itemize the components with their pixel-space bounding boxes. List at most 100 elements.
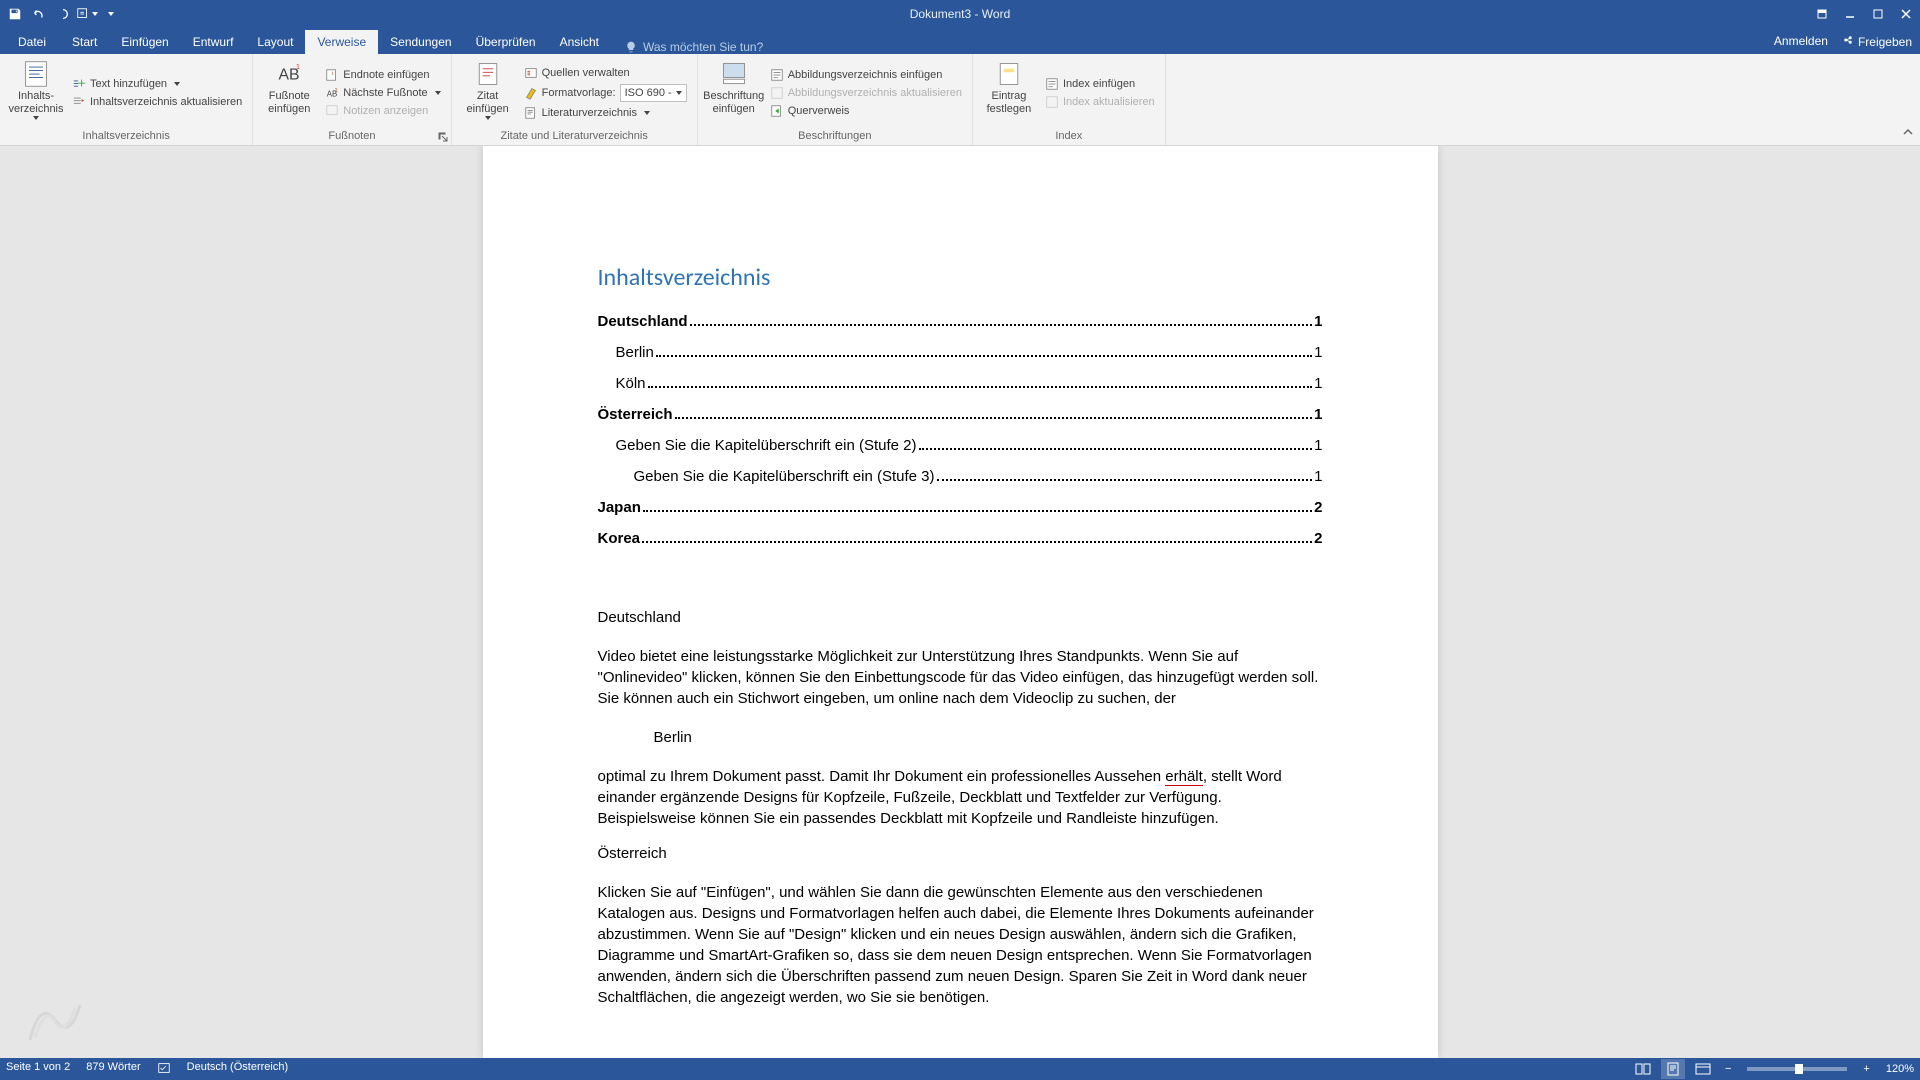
insert-endnote-button[interactable]: iEndnote einfügen <box>323 67 442 83</box>
toc-entry-text: Japan <box>598 497 641 518</box>
tof-icon <box>770 68 784 82</box>
toc-entry-text: Geben Sie die Kapitelüberschrift ein (St… <box>616 435 917 456</box>
show-notes-button: Notizen anzeigen <box>323 103 442 119</box>
zoom-slider-thumb[interactable] <box>1795 1064 1803 1074</box>
undo-button[interactable] <box>28 3 50 25</box>
bibliography-button[interactable]: Literaturverzeichnis <box>522 105 689 121</box>
zoom-out-button[interactable]: − <box>1721 1063 1735 1075</box>
toc-entry[interactable]: Japan 2 <box>598 497 1323 518</box>
update-tof-button: Abbildungsverzeichnis aktualisieren <box>768 85 964 101</box>
proofing-icon[interactable] <box>157 1061 171 1078</box>
tab-start[interactable]: Start <box>60 30 109 54</box>
mark-entry-button[interactable]: Eintrag festlegen <box>981 58 1037 128</box>
tab-sendungen[interactable]: Sendungen <box>378 30 463 54</box>
add-text-button[interactable]: Text hinzufügen <box>70 76 244 92</box>
status-bar: Seite 1 von 2 879 Wörter Deutsch (Österr… <box>0 1058 1920 1080</box>
redo-button[interactable] <box>52 3 74 25</box>
toc-entry-page: 1 <box>1314 466 1322 487</box>
toc-entry[interactable]: Köln 1 <box>598 373 1323 394</box>
toc-entry-page: 1 <box>1314 342 1322 363</box>
minimize-button[interactable] <box>1836 0 1864 28</box>
chevron-down-icon <box>485 116 491 120</box>
tab-file[interactable]: Datei <box>4 30 60 54</box>
cross-reference-button[interactable]: Querverweis <box>768 103 964 119</box>
tab-ueberpruefen[interactable]: Überprüfen <box>464 30 548 54</box>
toc-entry[interactable]: Berlin1 <box>598 342 1323 363</box>
body-paragraph: Klicken Sie auf "Einfügen", und wählen S… <box>598 882 1323 1008</box>
tab-einfuegen[interactable]: Einfügen <box>109 30 180 54</box>
update-toc-button[interactable]: Inhaltsverzeichnis aktualisieren <box>70 94 244 110</box>
tell-me-search[interactable]: Was möchten Sie tun? <box>625 40 763 54</box>
language-indicator[interactable]: Deutsch (Österreich) <box>187 1061 288 1078</box>
toc-entry-page: 1 <box>1314 373 1322 394</box>
window-controls <box>1808 0 1920 28</box>
next-footnote-button[interactable]: AB1Nächste Fußnote <box>323 85 442 101</box>
insert-tof-button[interactable]: Abbildungsverzeichnis einfügen <box>768 67 964 83</box>
endnote-icon: i <box>325 68 339 82</box>
toc-button[interactable]: Inhalts- verzeichnis <box>8 58 64 128</box>
heading-berlin: Berlin <box>654 727 1323 748</box>
footnotes-dialog-launcher[interactable] <box>437 131 449 143</box>
toc-entry[interactable]: Korea2 <box>598 528 1323 549</box>
save-button[interactable] <box>4 3 26 25</box>
toc-entry-page: 1 <box>1314 404 1322 425</box>
word-count[interactable]: 879 Wörter <box>86 1061 140 1078</box>
insert-footnote-button[interactable]: AB1 Fußnote einfügen <box>261 58 317 128</box>
read-mode-button[interactable] <box>1631 1059 1655 1079</box>
caption-icon <box>720 60 748 88</box>
tab-verweise[interactable]: Verweise <box>305 30 378 54</box>
citation-style-select[interactable]: Formatvorlage: ISO 690 - <box>522 83 689 103</box>
spelling-error[interactable]: erhält <box>1165 768 1203 786</box>
toc-entry-text: Österreich <box>598 404 673 425</box>
style-combo[interactable]: ISO 690 - <box>620 84 687 102</box>
body-paragraph: optimal zu Ihrem Dokument passt. Damit I… <box>598 766 1323 829</box>
insert-caption-button[interactable]: Beschriftung einfügen <box>706 58 762 128</box>
page[interactable]: Inhaltsverzeichnis Deutschland1Berlin1Kö… <box>483 146 1438 1058</box>
zoom-in-button[interactable]: + <box>1859 1063 1873 1075</box>
print-layout-button[interactable] <box>1661 1059 1685 1079</box>
refresh-icon <box>770 86 784 100</box>
page-indicator[interactable]: Seite 1 von 2 <box>6 1061 70 1078</box>
window-title: Dokument3 - Word <box>910 7 1010 21</box>
share-button[interactable]: Freigeben <box>1842 34 1912 49</box>
tab-entwurf[interactable]: Entwurf <box>181 30 246 54</box>
toc-entry[interactable]: Geben Sie die Kapitelüberschrift ein (St… <box>598 435 1323 456</box>
close-button[interactable] <box>1892 0 1920 28</box>
zoom-level[interactable]: 120% <box>1886 1063 1914 1075</box>
collapse-ribbon-button[interactable] <box>1902 126 1914 141</box>
svg-text:1: 1 <box>296 64 300 71</box>
insert-citation-button[interactable]: Zitat einfügen <box>460 58 516 128</box>
ribbon-group-index: Eintrag festlegen Index einfügen Index a… <box>973 54 1166 145</box>
ribbon-options-button[interactable] <box>1808 0 1836 28</box>
toc-entry[interactable]: Geben Sie die Kapitelüberschrift ein (St… <box>598 466 1323 487</box>
insert-index-button[interactable]: Index einfügen <box>1043 76 1157 92</box>
heading-oesterreich: Österreich <box>598 843 1323 864</box>
document-area[interactable]: Inhaltsverzeichnis Deutschland1Berlin1Kö… <box>0 146 1920 1058</box>
next-footnote-icon: AB1 <box>325 86 339 100</box>
svg-text:1: 1 <box>335 88 338 94</box>
toc-icon <box>22 60 50 88</box>
toc-entry-page: 2 <box>1314 497 1322 518</box>
toc-entry[interactable]: Deutschland1 <box>598 311 1323 332</box>
zoom-slider[interactable] <box>1747 1067 1847 1071</box>
toc-entry[interactable]: Österreich 1 <box>598 404 1323 425</box>
update-index-button: Index aktualisieren <box>1043 94 1157 110</box>
tell-me-placeholder: Was möchten Sie tun? <box>643 40 763 54</box>
toc-leader <box>656 355 1312 357</box>
ribbon-tabs: Datei Start Einfügen Entwurf Layout Verw… <box>0 28 1920 54</box>
table-of-contents[interactable]: Deutschland1Berlin1Köln1Österreich1Geben… <box>598 311 1323 549</box>
tab-ansicht[interactable]: Ansicht <box>548 30 611 54</box>
tab-layout[interactable]: Layout <box>245 30 305 54</box>
manage-sources-button[interactable]: Quellen verwalten <box>522 65 689 81</box>
web-layout-button[interactable] <box>1691 1059 1715 1079</box>
customize-qat-button[interactable] <box>76 3 98 25</box>
watermark-logo <box>20 990 90 1050</box>
toc-leader <box>648 386 1313 388</box>
qat-more-button[interactable] <box>100 3 122 25</box>
toc-entry-page: 2 <box>1314 528 1322 549</box>
ribbon-group-citations: Zitat einfügen Quellen verwalten Formatv… <box>452 54 698 145</box>
toc-entry-text: Köln <box>616 373 646 394</box>
mark-entry-icon <box>995 60 1023 88</box>
maximize-button[interactable] <box>1864 0 1892 28</box>
signin-link[interactable]: Anmelden <box>1774 34 1828 48</box>
